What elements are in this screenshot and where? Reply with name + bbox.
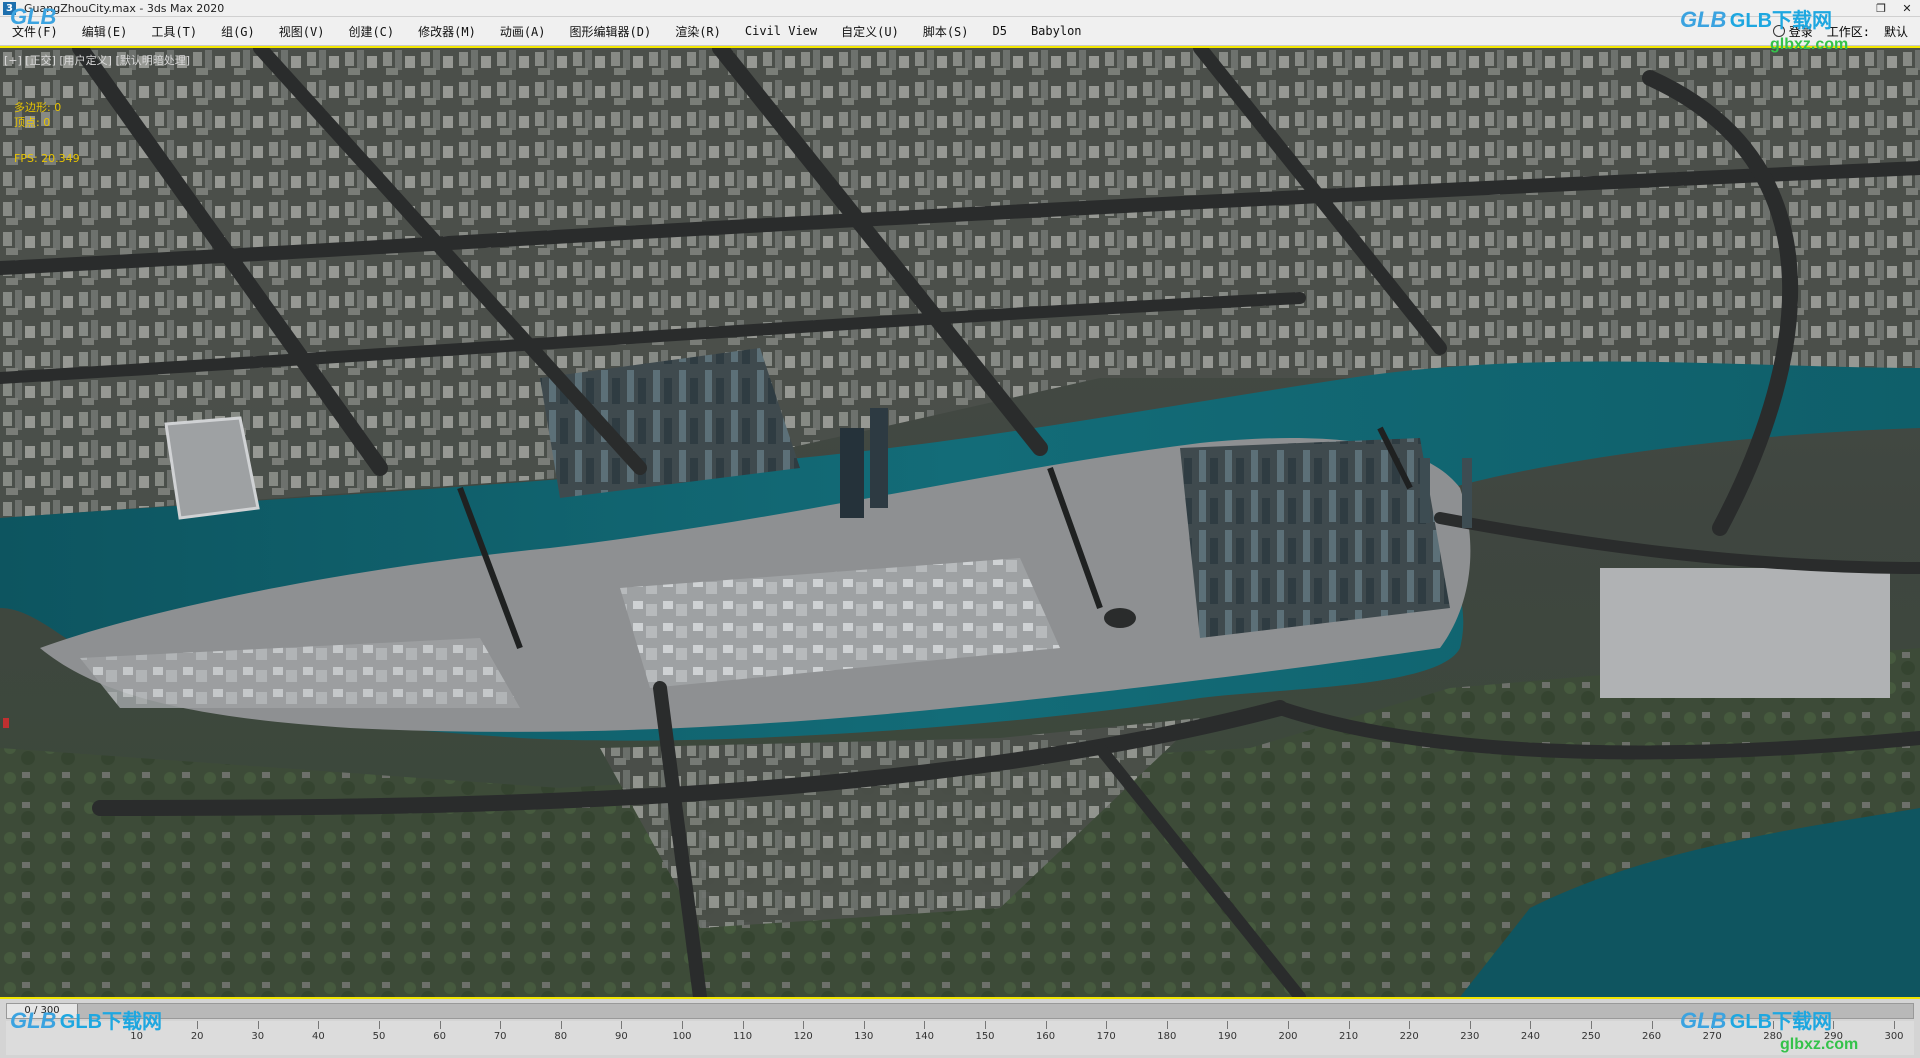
timeline-tick [560, 1021, 562, 1029]
watermark-bottom-left: GLB GLB下载网 [10, 1008, 163, 1033]
timeline-tick-label: 90 [615, 1031, 628, 1042]
timeline-tick [1288, 1021, 1289, 1029]
viewport-label[interactable]: [+] [正交] [用户定义] [默认明暗处理] [4, 52, 190, 68]
time-slider[interactable]: 0 / 300 [6, 1003, 1914, 1019]
watermark-url-bottom: glbxz.com [1780, 1036, 1859, 1053]
timeline-tick [1469, 1021, 1471, 1029]
viewport-stats: 多边形: 0 顶点: 0 [14, 101, 62, 129]
timeline-tick-label: 150 [975, 1031, 995, 1042]
timeline-tick-label: 60 [433, 1031, 446, 1042]
timeline-tick [985, 1021, 986, 1029]
menu-scripting[interactable]: 脚本(S) [911, 23, 981, 40]
timeline-tick-label: 20 [190, 1031, 204, 1042]
menu-customize[interactable]: 自定义(U) [829, 23, 911, 40]
window-controls: ❐ ✕ [1868, 2, 1920, 15]
timeline-tick-label: 130 [854, 1031, 874, 1042]
timeline-tick [1833, 1021, 1835, 1029]
menu-graph-editors[interactable]: 图形编辑器(D) [558, 23, 664, 40]
timeline-tick [621, 1021, 623, 1029]
timeline-tick-label: 300 [1884, 1031, 1904, 1042]
timeline-tick-label: 140 [914, 1031, 934, 1042]
watermark-url-top: glbxz.com [1770, 36, 1849, 53]
timeline-tick [1651, 1021, 1653, 1029]
timeline: 0 / 300 10 20 30 40 50 60 70 80 90 100 110 120 130 14… [0, 999, 1920, 1058]
timeline-tick [924, 1021, 926, 1029]
fps-readout: FPS: 20.349 [14, 152, 80, 165]
timeline-tick [439, 1021, 441, 1029]
timeline-tick [682, 1021, 683, 1029]
timeline-tick-label: 120 [793, 1031, 813, 1042]
timeline-tick-label: 160 [1036, 1031, 1056, 1042]
menu-view[interactable]: 视图(V) [267, 23, 337, 40]
timeline-tick-label: 50 [372, 1031, 386, 1042]
menu-d5[interactable]: D5 [981, 24, 1019, 38]
timeline-tick-label: 190 [1217, 1031, 1237, 1042]
menu-modifiers[interactable]: 修改器(M) [406, 23, 488, 40]
timeline-tick-label: 100 [672, 1031, 692, 1042]
timeline-tick [1348, 1021, 1350, 1029]
menu-tools[interactable]: 工具(T) [139, 23, 209, 40]
timeline-tick [197, 1021, 199, 1029]
timeline-tick [257, 1021, 259, 1029]
timeline-tick-label: 220 [1399, 1031, 1419, 1042]
timeline-tick [318, 1021, 320, 1029]
timeline-tick-label: 250 [1581, 1031, 1601, 1042]
menu-create[interactable]: 创建(C) [336, 23, 406, 40]
timeline-tick [1409, 1021, 1411, 1029]
menu-civil-view[interactable]: Civil View [733, 24, 829, 38]
timeline-tick [742, 1021, 744, 1029]
city-scene [0, 48, 1920, 997]
watermark-top-left: GLB [10, 4, 57, 29]
perspective-viewport[interactable]: [+] [正交] [用户定义] [默认明暗处理] 多边形: 0 顶点: 0 FP… [0, 46, 1920, 999]
timeline-tick-label: 260 [1642, 1031, 1662, 1042]
restore-icon[interactable]: ❐ [1868, 2, 1894, 15]
timeline-tick-label: 110 [733, 1031, 753, 1042]
timeline-tick-label: 180 [1157, 1031, 1177, 1042]
workspace-select[interactable]: 默认 [1884, 23, 1908, 40]
timeline-tick [1894, 1021, 1895, 1029]
timeline-tick-label: 30 [251, 1031, 265, 1042]
menu-bar: 文件(F) 编辑(E) 工具(T) 组(G) 视图(V) 创建(C) 修改器(M… [0, 17, 1920, 45]
menu-animation[interactable]: 动画(A) [488, 23, 558, 40]
timeline-tick-label: 210 [1339, 1031, 1359, 1042]
timeline-tick-label: 230 [1460, 1031, 1480, 1042]
watermark-bottom-right: GLB GLB下载网 [1680, 1008, 1833, 1033]
timeline-tick [863, 1021, 865, 1029]
timeline-tick [1530, 1021, 1532, 1029]
timeline-tick [1045, 1021, 1047, 1029]
timeline-tick-label: 170 [1096, 1031, 1116, 1042]
timeline-tick-label: 70 [493, 1031, 507, 1042]
timeline-tick [1166, 1021, 1168, 1029]
timeline-tick [379, 1021, 380, 1029]
timeline-tick [1227, 1021, 1229, 1029]
timeline-tick-label: 40 [312, 1031, 325, 1042]
close-icon[interactable]: ✕ [1894, 2, 1920, 15]
timeline-tick [1106, 1021, 1108, 1029]
timeline-tick [500, 1021, 502, 1029]
menu-group[interactable]: 组(G) [209, 23, 267, 40]
menu-babylon[interactable]: Babylon [1019, 24, 1094, 38]
timeline-tick [1591, 1021, 1592, 1029]
title-bar: 3 GuangZhouCity.max - 3ds Max 2020 ❐ ✕ [0, 0, 1920, 17]
watermark-top-right: GLB GLB下载网 [1680, 7, 1833, 32]
timeline-tick [803, 1021, 805, 1029]
timeline-tick-label: 240 [1520, 1031, 1540, 1042]
track-bar[interactable]: 10 20 30 40 50 60 70 80 90 100 110 120 130 140 150 160 1… [6, 1021, 1914, 1055]
timeline-tick-label: 80 [554, 1031, 568, 1042]
menu-edit[interactable]: 编辑(E) [70, 23, 140, 40]
timeline-tick-label: 200 [1278, 1031, 1298, 1042]
menu-rendering[interactable]: 渲染(R) [663, 23, 733, 40]
